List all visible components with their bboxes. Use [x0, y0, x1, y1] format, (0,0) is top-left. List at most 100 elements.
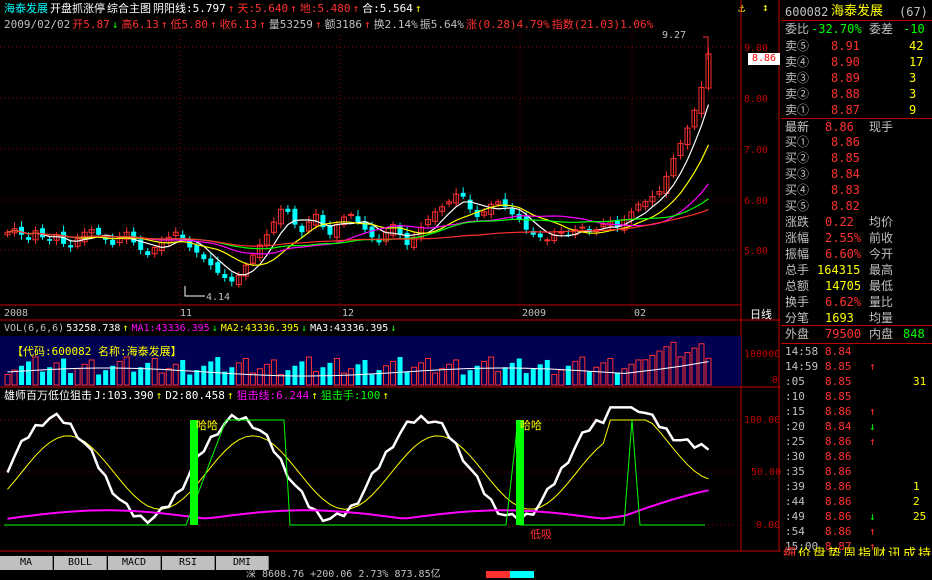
- volume-bar: [376, 370, 382, 385]
- osc-header-item-3: D2:80.458: [165, 389, 225, 402]
- volume-bar: [565, 365, 571, 385]
- tick-t: :35: [785, 465, 805, 478]
- volume-bar: [509, 362, 515, 385]
- tick-t: :05: [785, 375, 805, 388]
- signal-bar-1: [190, 420, 198, 525]
- ask-price: 8.89: [831, 71, 860, 85]
- volume-bar: [404, 371, 410, 385]
- stat-row-5: 换手 6.62% 量比: [781, 294, 932, 310]
- bid-price: 8.85: [831, 151, 860, 165]
- volume-bar: [516, 358, 522, 385]
- tab-macd[interactable]: MACD: [108, 556, 161, 570]
- tick-row: :39 8.86 1: [781, 479, 932, 495]
- price-tick-7: 7.00: [744, 145, 769, 156]
- tick-row: :10 8.85: [781, 389, 932, 405]
- tick-p: 8.86: [825, 450, 852, 463]
- tick-t: :10: [785, 390, 805, 403]
- stat-row-0: 涨跌 0.22 均价: [781, 214, 932, 230]
- tick-row: :20 8.84 ↓: [781, 419, 932, 435]
- osc-header-item-2: ↑: [155, 389, 163, 402]
- tick-p: 8.85: [825, 360, 852, 373]
- vol-header-item-0: VOL(6,6,6): [4, 323, 65, 334]
- osc-tick-100: 100.00: [744, 415, 781, 426]
- volume-bar: [362, 359, 368, 385]
- tick-t: :25: [785, 435, 805, 448]
- tick-row: 14:59 8.85 ↑: [781, 359, 932, 375]
- candle-body: [215, 262, 221, 273]
- date-label-2008: 2008: [4, 308, 29, 319]
- tick-a: ↑: [869, 435, 876, 448]
- stat-value: 1693: [825, 311, 854, 325]
- tick-row: :30 8.86: [781, 449, 932, 465]
- bid-row-4: 买④ 8.83: [781, 182, 932, 198]
- stat-label: 涨跌: [785, 215, 810, 229]
- volume-bar: [215, 357, 221, 385]
- candle-body: [96, 227, 102, 235]
- tick-row: :44 8.86 2: [781, 494, 932, 510]
- tick-p: 8.85: [825, 390, 852, 403]
- candle-body: [285, 208, 291, 212]
- tick-a: ↓: [869, 420, 876, 433]
- stat-value: 0.22: [825, 215, 854, 229]
- tick-p: 8.86: [825, 510, 852, 523]
- stat-row-4: 总额 14705 最低: [781, 278, 932, 294]
- tick-t: 14:58: [785, 345, 819, 358]
- volume-banner: 【代码:600082 名称:海泰发展】: [12, 345, 182, 358]
- stat-label: 换手: [785, 295, 810, 309]
- tab-dmi[interactable]: DMI: [216, 556, 269, 570]
- stat-label-2: 量比: [869, 295, 894, 309]
- ask-label: 卖③: [785, 71, 810, 85]
- stat-value: 6.60%: [825, 247, 862, 261]
- last-price-row: 最新 8.86 现手: [781, 118, 932, 135]
- tab-rsi[interactable]: RSI: [162, 556, 215, 570]
- volume-bar: [61, 358, 67, 385]
- weibi-row: 委比 -32.70% 委差 -10: [781, 20, 932, 37]
- bid-label: 买④: [785, 183, 810, 197]
- bid-label: 买⑤: [785, 199, 810, 213]
- osc-sniper-step-line: [4, 419, 705, 526]
- tick-p: 8.86: [825, 495, 852, 508]
- vol-header-item-3: MA1:43336.395: [131, 323, 210, 334]
- low-bracket: [184, 286, 205, 297]
- tick-t: :20: [785, 420, 805, 433]
- osc-header-item-1: J:103.390: [94, 389, 154, 402]
- ask-label: 卖④: [785, 55, 810, 69]
- volume-bar: [530, 368, 536, 385]
- volume-bar: [26, 361, 32, 385]
- bid-label: 买②: [785, 151, 810, 165]
- oscillator-header: 雄师百万低位狙击 J:103.390 ↑ D2:80.458 ↑ 狙击线:6.244 ↑ 狙击…: [4, 390, 392, 401]
- current-price-marker: 8.86: [748, 53, 780, 65]
- volume-bar: [187, 374, 193, 385]
- osc-header-item-6: ↑: [311, 389, 318, 402]
- period-label[interactable]: 日线: [750, 309, 772, 320]
- vol-header-item-7: MA3:43336.395: [310, 323, 389, 334]
- tick-a: ↑: [869, 525, 876, 538]
- osc-header-item-4: ↑: [226, 389, 234, 402]
- tick-a: ↑: [869, 360, 876, 373]
- osc-tick-0: 0.00: [756, 520, 781, 531]
- ask-price: 8.91: [831, 39, 860, 53]
- volume-bar: [180, 359, 186, 385]
- osc-d2-line: [7, 419, 709, 510]
- volume-bar: [467, 370, 473, 385]
- tick-p: 8.84: [825, 345, 852, 358]
- tick-row: :05 8.85 31: [781, 374, 932, 390]
- candle-body: [194, 245, 200, 253]
- volume-bar: [397, 357, 403, 385]
- ask-price: 8.88: [831, 87, 860, 101]
- candle-body: [327, 225, 333, 235]
- candle-body: [509, 208, 515, 215]
- volume-bar: [537, 364, 543, 385]
- chart-svg[interactable]: [0, 0, 781, 556]
- tab-boll[interactable]: BOLL: [54, 556, 107, 570]
- tick-list[interactable]: 14:58 8.84 14:59 8.85 ↑:05 8.85 31:10 8.85:15 8.…: [781, 343, 932, 554]
- stat-row-6: 分笔 1693 均量: [781, 310, 932, 326]
- volume-bar: [131, 371, 137, 385]
- tick-v: 25: [913, 510, 927, 523]
- candle-body: [579, 226, 586, 229]
- chart-area[interactable]: 海泰发展 开盘抓涨停 综合主图 阴阳线:5.797 ↑ 天:5.640 ↑ 地:5.480 ↑ 合…: [0, 0, 781, 556]
- tab-ma[interactable]: MA: [0, 556, 53, 570]
- stat-row-1: 涨幅 2.55% 前收: [781, 230, 932, 246]
- date-label-2009: 2009: [522, 308, 547, 319]
- volume-bar: [138, 367, 144, 385]
